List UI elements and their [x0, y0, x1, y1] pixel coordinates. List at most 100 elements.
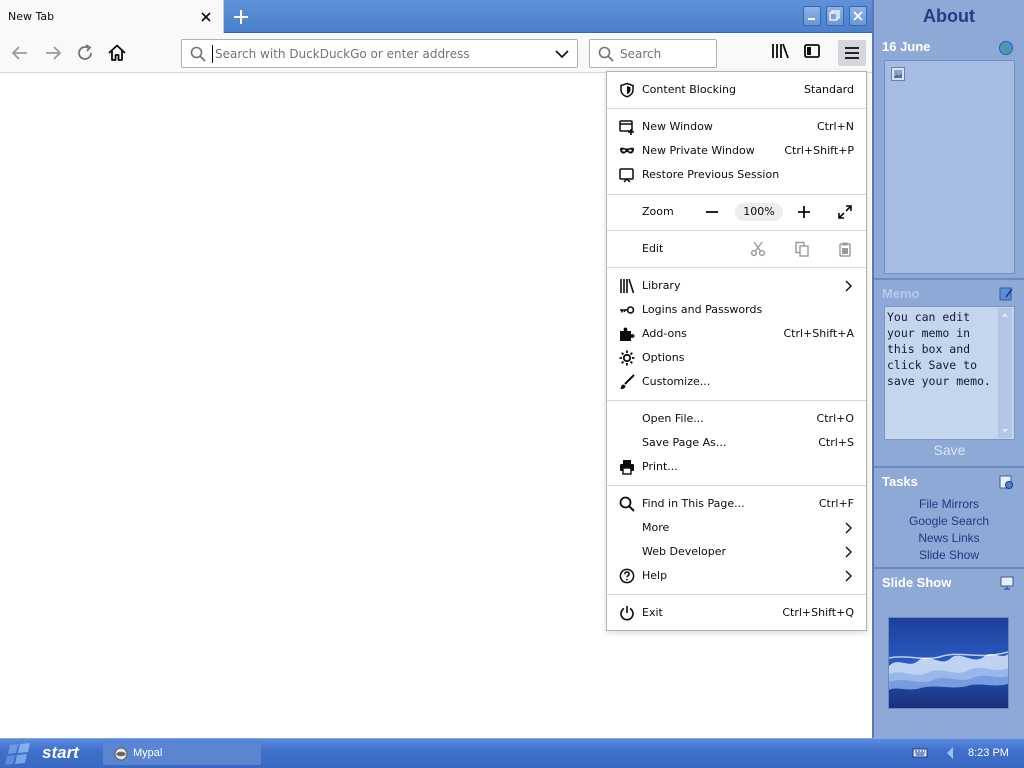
tasks-title: Tasks — [882, 474, 918, 489]
url-input[interactable] — [212, 45, 542, 63]
gadget-divider — [874, 466, 1024, 468]
menu-label: New Private Window — [642, 144, 755, 157]
app-menu-panel: Content Blocking Standard New Window Ctr… — [606, 71, 867, 631]
memo-save-button[interactable]: Save — [884, 442, 1015, 460]
paintbrush-icon — [619, 374, 635, 390]
address-bar[interactable] — [181, 39, 578, 68]
menu-separator — [607, 108, 866, 109]
memo-scrollbar[interactable] — [998, 308, 1012, 438]
library-icon[interactable] — [770, 42, 790, 60]
tab-new-tab[interactable]: New Tab — [0, 0, 224, 33]
home-icon[interactable] — [105, 41, 129, 65]
fullscreen-icon[interactable] — [837, 204, 853, 220]
shortcut-key: Ctrl+O — [816, 412, 854, 425]
hamburger-menu-icon[interactable] — [838, 40, 866, 66]
start-button[interactable]: start — [0, 739, 92, 768]
zoom-in-plus-icon[interactable] — [797, 205, 811, 219]
globe-icon[interactable] — [998, 40, 1014, 56]
search-icon — [619, 496, 635, 512]
menu-item-options[interactable]: Options — [607, 346, 866, 370]
shortcut-key: Ctrl+F — [818, 497, 854, 510]
task-link-slide-show[interactable]: Slide Show — [874, 548, 1024, 562]
menu-item-save-page[interactable]: Save Page As... Ctrl+S — [607, 431, 866, 455]
menu-label: Options — [642, 351, 685, 364]
mypal-app-icon — [113, 746, 129, 762]
tray-collapse-arrow-icon[interactable] — [944, 745, 956, 761]
taskbar-item-label: Mypal — [133, 747, 163, 759]
menu-label: Library — [642, 279, 681, 292]
menu-item-exit[interactable]: Exit Ctrl+Shift+Q — [607, 601, 866, 625]
menu-label: Restore Previous Session — [642, 168, 780, 181]
menu-item-customize[interactable]: Customize... — [607, 370, 866, 394]
menu-item-web-developer[interactable]: Web Developer — [607, 540, 866, 564]
help-question-icon — [619, 568, 635, 584]
chevron-down-icon[interactable] — [554, 47, 570, 61]
menu-separator — [607, 594, 866, 595]
taskbar-item-mypal[interactable]: Mypal — [103, 743, 261, 765]
menu-item-print[interactable]: Print... — [607, 455, 866, 479]
menu-item-restore-session[interactable]: Restore Previous Session — [607, 163, 866, 187]
shield-icon — [619, 82, 635, 98]
search-input[interactable] — [620, 45, 710, 63]
sidebar-toggle-icon[interactable] — [802, 42, 822, 60]
menu-item-find[interactable]: Find in This Page... Ctrl+F — [607, 492, 866, 516]
copy-icon[interactable] — [794, 241, 810, 257]
new-tab-plus-icon[interactable] — [230, 6, 252, 28]
shortcut-key: Ctrl+N — [816, 120, 854, 133]
taskbar: start Mypal 8:23 PM — [0, 738, 1024, 768]
chevron-right-icon — [844, 280, 852, 292]
paste-clipboard-icon[interactable] — [837, 241, 853, 257]
restore-button[interactable] — [826, 6, 844, 26]
tasks-gear-icon[interactable] — [998, 474, 1014, 490]
menu-item-more[interactable]: More — [607, 516, 866, 540]
private-mask-icon — [619, 143, 635, 159]
back-arrow-icon[interactable] — [8, 41, 32, 65]
sidebar-title[interactable]: About — [874, 6, 1024, 32]
puzzle-piece-icon — [619, 326, 635, 342]
memo-textarea[interactable]: You can edit your memo in this box and c… — [884, 306, 1015, 440]
menu-item-addons[interactable]: Add-ons Ctrl+Shift+A — [607, 322, 866, 346]
gadget-divider — [874, 278, 1024, 280]
keyboard-icon[interactable] — [912, 747, 928, 759]
menu-label: Zoom — [642, 205, 674, 218]
zoom-reset-button[interactable]: 100% — [735, 203, 783, 221]
minimize-button[interactable] — [803, 6, 821, 26]
close-window-button[interactable] — [849, 6, 867, 26]
notepad-icon[interactable] — [998, 286, 1014, 302]
menu-item-new-private-window[interactable]: New Private Window Ctrl+Shift+P — [607, 139, 866, 163]
search-icon — [598, 46, 614, 62]
reload-icon[interactable] — [73, 41, 97, 65]
menu-item-open-file[interactable]: Open File... Ctrl+O — [607, 407, 866, 431]
monitor-icon[interactable] — [1000, 576, 1014, 590]
menu-separator — [607, 194, 866, 195]
menu-label: Help — [642, 569, 668, 582]
slideshow-image[interactable] — [888, 617, 1009, 709]
menu-item-content-blocking[interactable]: Content Blocking Standard — [607, 78, 866, 102]
library-icon — [619, 278, 635, 294]
zoom-out-minus-icon[interactable] — [705, 205, 719, 219]
task-link-google-search[interactable]: Google Search — [874, 514, 1024, 528]
content-blocking-level: Standard — [803, 83, 854, 96]
menu-item-library[interactable]: Library — [607, 274, 866, 298]
task-link-file-mirrors[interactable]: File Mirrors — [874, 497, 1024, 511]
menu-separator — [607, 485, 866, 486]
task-link-news-links[interactable]: News Links — [874, 531, 1024, 545]
forward-arrow-icon[interactable] — [41, 41, 65, 65]
menu-label: Print... — [642, 460, 678, 473]
gear-icon — [619, 350, 635, 366]
chevron-right-icon — [844, 570, 852, 582]
menu-item-logins-passwords[interactable]: Logins and Passwords — [607, 298, 866, 322]
menu-label: Content Blocking — [642, 83, 737, 96]
menu-item-new-window[interactable]: New Window Ctrl+N — [607, 115, 866, 139]
scissors-icon[interactable] — [750, 241, 766, 257]
search-bar[interactable] — [589, 39, 717, 68]
menu-separator — [607, 230, 866, 231]
tab-title: New Tab — [8, 10, 55, 23]
close-tab-icon[interactable] — [198, 9, 214, 25]
start-label: start — [42, 743, 79, 762]
menu-item-zoom: Zoom 100% — [607, 200, 866, 224]
menu-item-help[interactable]: Help — [607, 564, 866, 588]
shortcut-key: Ctrl+S — [818, 436, 854, 449]
printer-icon — [619, 459, 635, 475]
taskbar-clock[interactable]: 8:23 PM — [968, 747, 1009, 759]
